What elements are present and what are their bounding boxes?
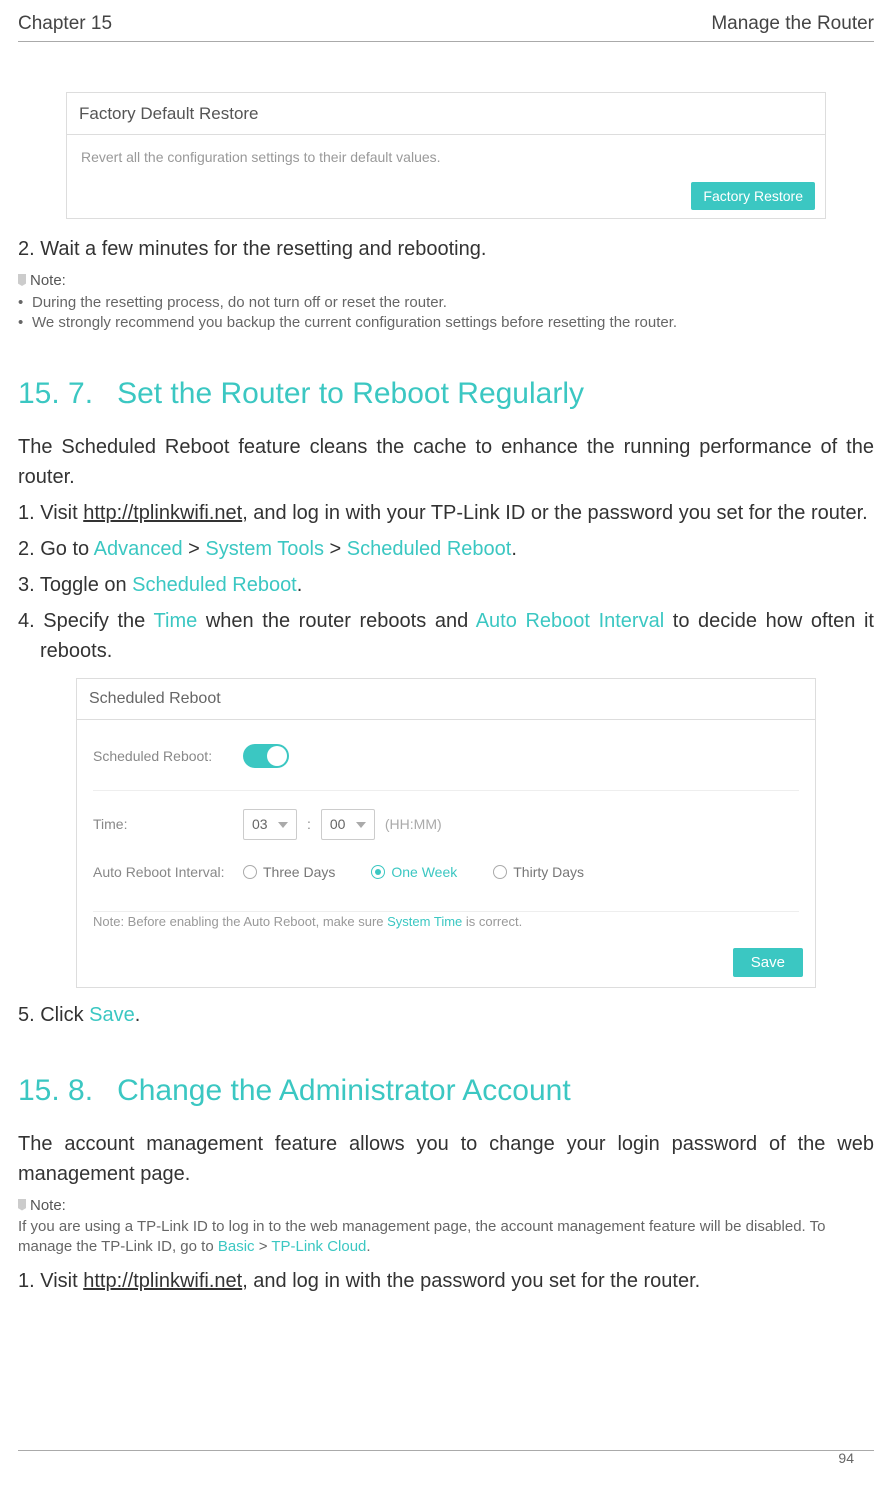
hour-select[interactable]: 03 xyxy=(243,809,297,840)
minute-value: 00 xyxy=(330,814,346,835)
page-header: Chapter 15 Manage the Router xyxy=(18,10,874,42)
interval-label: Auto Reboot Interval: xyxy=(93,862,233,883)
text: , and log in with your TP-Link ID or the… xyxy=(242,502,868,524)
note-text: Note: Before enabling the Auto Reboot, m… xyxy=(93,914,387,929)
text: > xyxy=(183,538,206,560)
step-3: 3. Toggle on Scheduled Reboot. xyxy=(18,570,874,600)
save-button[interactable]: Save xyxy=(733,948,803,977)
text: . xyxy=(366,1238,370,1255)
time-format-hint: (HH:MM) xyxy=(385,814,442,835)
factory-restore-button[interactable]: Factory Restore xyxy=(691,182,815,210)
note-text: We strongly recommend you backup the cur… xyxy=(32,314,677,331)
time-label: Time: xyxy=(93,814,233,835)
text: 1. Visit xyxy=(18,502,83,524)
note-text: During the resetting process, do not tur… xyxy=(32,294,447,311)
chevron-down-icon xyxy=(356,822,366,828)
note-label: Note: xyxy=(18,1195,874,1218)
ui-term-advanced: Advanced xyxy=(94,538,183,560)
factory-restore-panel: Factory Default Restore Revert all the c… xyxy=(66,92,826,220)
panel-title: Factory Default Restore xyxy=(67,93,825,136)
section-intro: The Scheduled Reboot feature cleans the … xyxy=(18,432,874,492)
tplink-url-link[interactable]: http://tplinkwifi.net xyxy=(83,1270,242,1292)
time-colon: : xyxy=(307,814,311,835)
section-title: Set the Router to Reboot Regularly xyxy=(117,377,584,410)
section-15-8-heading: 15. 8. Change the Administrator Account xyxy=(18,1068,874,1113)
separator xyxy=(93,790,799,791)
radio-icon xyxy=(371,865,385,879)
scheduled-reboot-toggle[interactable] xyxy=(243,744,289,768)
toggle-label: Scheduled Reboot: xyxy=(93,746,233,767)
page-number: 94 xyxy=(838,1448,854,1469)
text: , and log in with the password you set f… xyxy=(242,1270,700,1292)
text: > xyxy=(255,1238,272,1255)
ui-term-basic: Basic xyxy=(218,1238,255,1255)
section-title: Change the Administrator Account xyxy=(117,1074,571,1107)
text: 2. Go to xyxy=(18,538,94,560)
note-bullet-2: •We strongly recommend you backup the cu… xyxy=(18,313,874,333)
chevron-down-icon xyxy=(278,822,288,828)
text: 5. Click xyxy=(18,1004,89,1026)
interval-option-thirty-days[interactable]: Thirty Days xyxy=(493,862,584,883)
section-15-7-heading: 15. 7. Set the Router to Reboot Regularly xyxy=(18,371,874,416)
ui-term-tplink-cloud: TP-Link Cloud xyxy=(271,1238,366,1255)
ui-term-scheduled-reboot: Scheduled Reboot xyxy=(347,538,512,560)
text: . xyxy=(511,538,517,560)
scheduled-reboot-panel: Scheduled Reboot Scheduled Reboot: Time:… xyxy=(76,678,816,988)
system-time-link[interactable]: System Time xyxy=(387,914,462,929)
minute-select[interactable]: 00 xyxy=(321,809,375,840)
step-1: 1. Visit http://tplinkwifi.net, and log … xyxy=(18,498,874,528)
radio-icon xyxy=(243,865,257,879)
step-1-b: 1. Visit http://tplinkwifi.net, and log … xyxy=(18,1266,874,1296)
text: 1. Visit xyxy=(18,1270,83,1292)
step-2: 2. Wait a few minutes for the resetting … xyxy=(18,234,874,264)
note-bullet-1: •During the resetting process, do not tu… xyxy=(18,293,874,313)
hour-value: 03 xyxy=(252,814,268,835)
ui-term-save: Save xyxy=(89,1004,135,1026)
option-label: Three Days xyxy=(263,864,335,880)
section-intro: The account management feature allows yo… xyxy=(18,1129,874,1189)
interval-option-three-days[interactable]: Three Days xyxy=(243,862,335,883)
panel-desc: Revert all the configuration settings to… xyxy=(67,135,825,178)
panel-title: Scheduled Reboot xyxy=(77,679,815,720)
ui-term-time: Time xyxy=(154,610,198,632)
text: 3. Toggle on xyxy=(18,574,132,596)
note-text-block: If you are using a TP-Link ID to log in … xyxy=(18,1217,874,1258)
panel-note: Note: Before enabling the Auto Reboot, m… xyxy=(77,912,815,942)
section-number: 15. 7. xyxy=(18,377,93,410)
note-label: Note: xyxy=(18,270,874,293)
text: . xyxy=(297,574,303,596)
radio-icon xyxy=(493,865,507,879)
step-2-nav: 2. Go to Advanced > System Tools > Sched… xyxy=(18,534,874,564)
interval-option-one-week[interactable]: One Week xyxy=(371,862,457,883)
note-text: is correct. xyxy=(462,914,522,929)
text: > xyxy=(324,538,347,560)
ui-term-interval: Auto Reboot Interval xyxy=(476,610,664,632)
text: If you are using a TP-Link ID to log in … xyxy=(18,1218,825,1255)
text: when the router reboots and xyxy=(197,610,475,632)
ui-term-system-tools: System Tools xyxy=(205,538,324,560)
tplink-url-link[interactable]: http://tplinkwifi.net xyxy=(83,502,242,524)
step-5: 5. Click Save. xyxy=(18,1000,874,1030)
text: . xyxy=(135,1004,141,1026)
section-number: 15. 8. xyxy=(18,1074,93,1107)
chapter-label: Chapter 15 xyxy=(18,10,112,39)
step-4: 4. Specify the Time when the router rebo… xyxy=(18,606,874,666)
option-label: Thirty Days xyxy=(513,864,584,880)
chapter-title: Manage the Router xyxy=(711,10,874,39)
footer-rule xyxy=(18,1450,874,1451)
option-label: One Week xyxy=(391,864,457,880)
ui-term-scheduled-reboot-2: Scheduled Reboot xyxy=(132,574,297,596)
text: 4. Specify the xyxy=(18,610,154,632)
